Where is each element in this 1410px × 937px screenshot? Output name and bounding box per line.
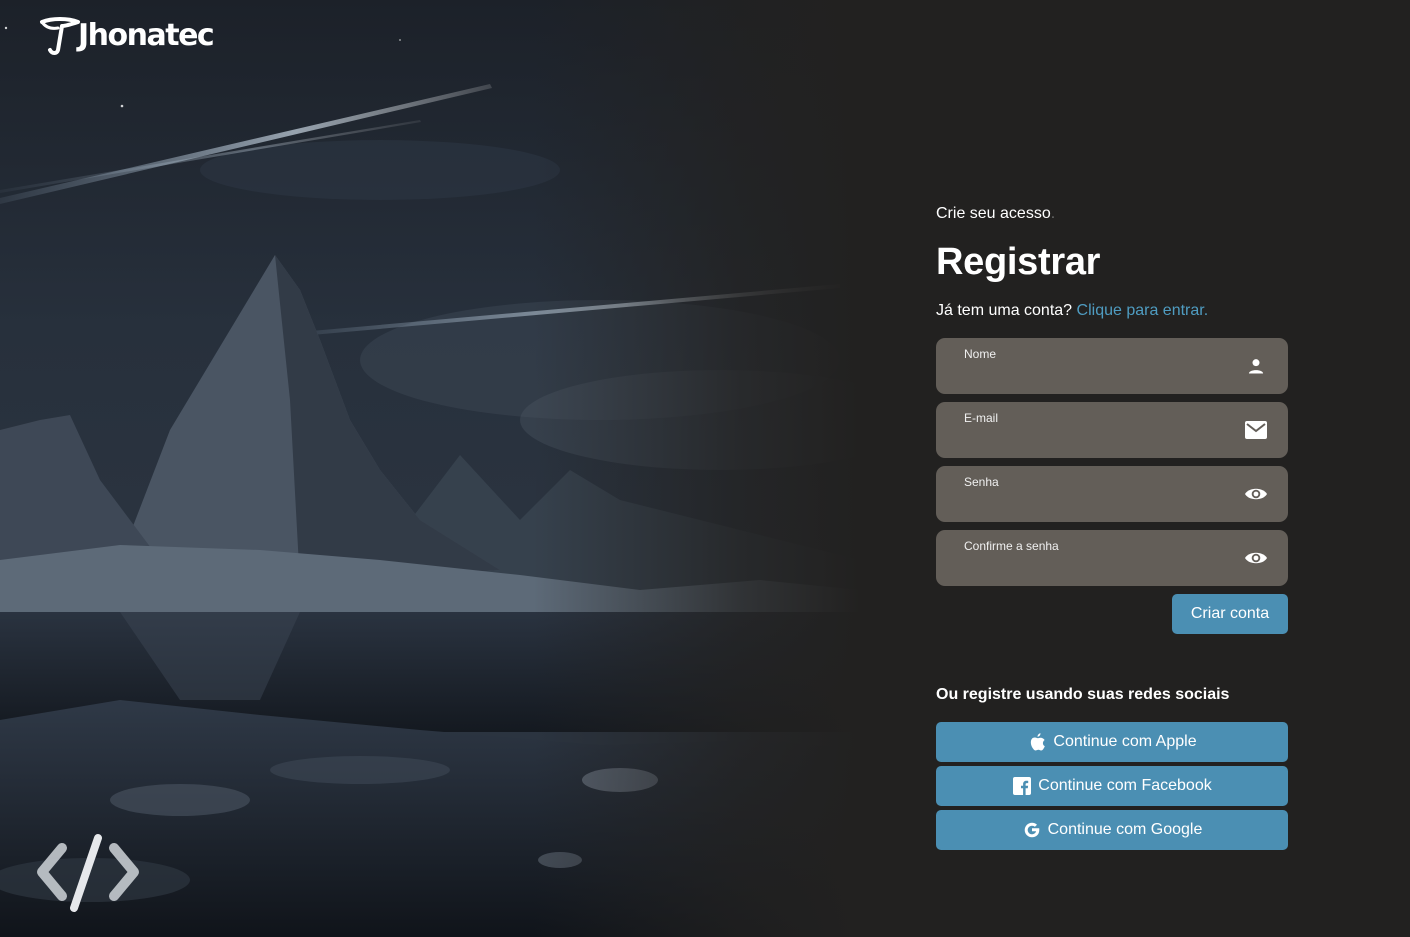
confirm-password-input[interactable] <box>964 556 1234 578</box>
email-input[interactable] <box>964 428 1234 450</box>
logo-mark-icon <box>40 17 80 55</box>
register-fields: Nome E-mail Senha Confirme a senha <box>936 338 1288 586</box>
signin-link[interactable]: Clique para entrar. <box>1077 302 1209 319</box>
kicker-text: Crie seu acesso <box>936 205 1051 222</box>
name-field[interactable]: Nome <box>936 338 1288 394</box>
mail-icon <box>1244 419 1268 441</box>
eye-icon[interactable] <box>1244 483 1268 505</box>
google-icon <box>1024 822 1039 838</box>
kicker-dot: . <box>1050 205 1056 222</box>
facebook-signin-button[interactable]: Continue com Facebook <box>936 766 1288 806</box>
submit-row: Criar conta <box>936 594 1288 634</box>
have-account-text: Já tem uma conta? <box>936 302 1073 319</box>
google-signin-button[interactable]: Continue com Google <box>936 810 1288 850</box>
email-field[interactable]: E-mail <box>936 402 1288 458</box>
password-field[interactable]: Senha <box>936 466 1288 522</box>
password-input[interactable] <box>964 492 1234 514</box>
confirm-password-field[interactable]: Confirme a senha <box>936 530 1288 586</box>
password-field-label: Senha <box>964 475 999 489</box>
register-page: Jhonatec Crie seu acesso. Registrar Já t… <box>0 0 1410 937</box>
brand-logo[interactable]: Jhonatec <box>38 16 215 56</box>
apple-button-label: Continue com Apple <box>1053 733 1197 750</box>
social-buttons: Continue com Apple Continue com Facebook… <box>936 722 1288 850</box>
google-button-label: Continue com Google <box>1047 821 1203 838</box>
name-input[interactable] <box>964 364 1234 386</box>
hero-fade-overlay <box>0 0 860 937</box>
page-title: Registrar <box>936 241 1101 283</box>
hero-image <box>0 0 860 937</box>
form-kicker: Crie seu acesso. <box>936 200 1288 228</box>
register-panel: Crie seu acesso. Registrar Já tem uma co… <box>936 200 1288 854</box>
apple-icon <box>1031 733 1046 751</box>
email-field-label: E-mail <box>964 411 999 425</box>
brand-name: Jhonatec <box>78 18 215 53</box>
signin-prompt: Já tem uma conta? Clique para entrar. <box>936 300 1288 322</box>
eye-icon[interactable] <box>1244 547 1268 569</box>
facebook-icon <box>1013 777 1032 795</box>
confirm-password-field-label: Confirme a senha <box>964 539 1059 553</box>
create-account-button[interactable]: Criar conta <box>1172 594 1288 634</box>
apple-signin-button[interactable]: Continue com Apple <box>936 722 1288 762</box>
facebook-button-label: Continue com Facebook <box>1038 777 1212 794</box>
name-field-label: Nome <box>964 347 997 361</box>
person-icon <box>1244 355 1268 377</box>
code-brackets-icon <box>37 834 139 912</box>
social-title: Ou registre usando suas redes sociais <box>936 686 1230 703</box>
